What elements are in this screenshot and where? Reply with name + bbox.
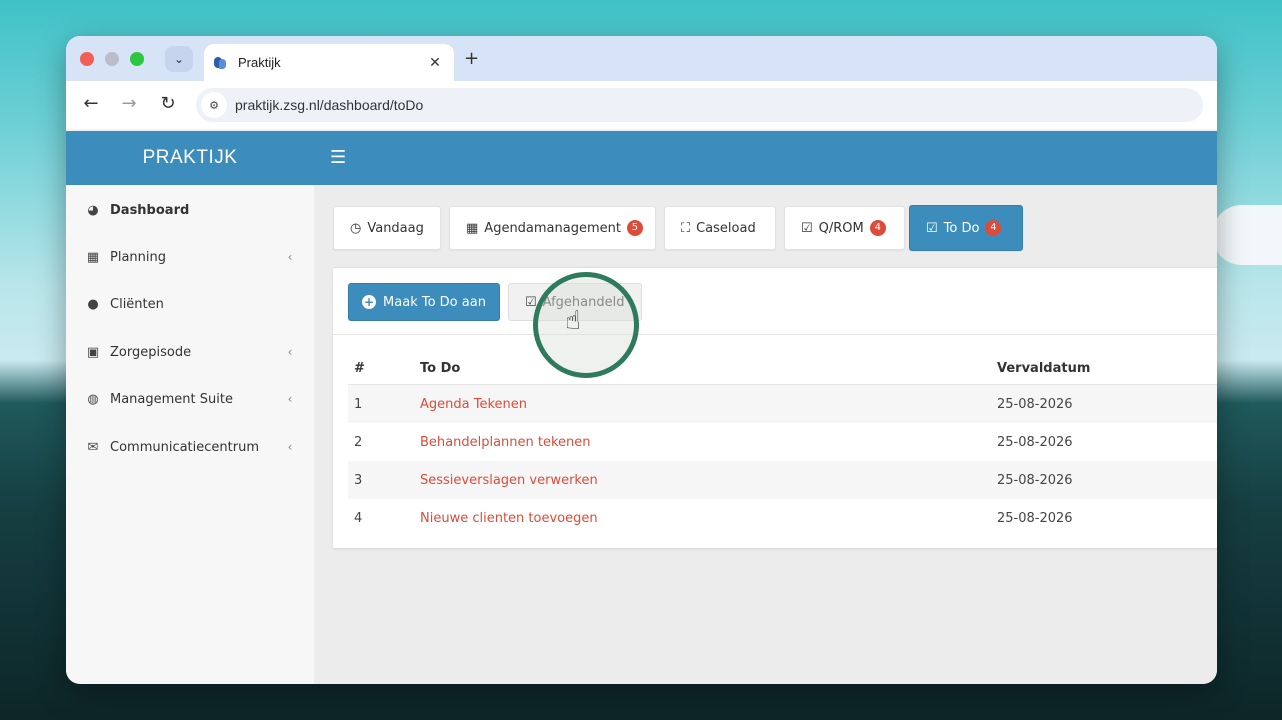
- column-header[interactable]: Vervaldatum: [996, 352, 1217, 385]
- browser-tab[interactable]: Praktijk ✕: [204, 44, 454, 81]
- sidebar-item-label: Dashboard: [110, 202, 190, 218]
- tab-label: Vandaag: [367, 220, 424, 236]
- app-logo[interactable]: PRAKTIJK: [66, 131, 314, 185]
- count-badge: 4: [869, 220, 886, 236]
- tab-qrom[interactable]: ☑ Q/ROM 4: [784, 206, 905, 250]
- close-window-button[interactable]: [80, 52, 94, 66]
- table-row: 2 Behandelplannen tekenen 25-08-2026: [348, 423, 1217, 461]
- tab-label: Q/ROM: [818, 220, 864, 236]
- medkit-icon: ▣: [86, 344, 100, 360]
- count-badge: 5: [626, 220, 643, 236]
- chevron-left-icon: ‹: [287, 250, 293, 264]
- todo-link[interactable]: Behandelplannen tekenen: [419, 423, 996, 461]
- browser-tabstrip: ⌄ Praktijk ✕ +: [66, 36, 1217, 81]
- hand-cursor-icon: ☝: [565, 306, 581, 336]
- main-content: ◷ Vandaag ▦ Agendamanagement 5 ⛶ Caseloa…: [314, 185, 1217, 684]
- due-date: 25-08-2026: [997, 510, 1073, 526]
- sidebar-item-label: Planning: [110, 249, 166, 265]
- address-bar[interactable]: ⚙ praktijk.zsg.nl/dashboard/toDo: [196, 88, 1203, 122]
- new-tab-button[interactable]: +: [464, 48, 479, 69]
- app-header: PRAKTIJK ☰: [66, 131, 1217, 185]
- due-date: 25-08-2026: [997, 434, 1073, 450]
- favicon-icon: [214, 56, 228, 70]
- todo-link[interactable]: Sessieverslagen verwerken: [419, 461, 996, 499]
- row-number: 2: [354, 434, 363, 450]
- tab-todo[interactable]: ☑ To Do 4: [909, 205, 1023, 251]
- globe-icon: ◍: [87, 391, 99, 407]
- check-square-icon: ☑: [801, 220, 813, 236]
- sidebar-item-label: Communicatiecentrum: [110, 439, 259, 455]
- sidebar-item-zorgepisode[interactable]: ▣ Zorgepisode ‹: [66, 329, 314, 375]
- sidebar-item-label: Zorgepisode: [110, 344, 192, 360]
- browser-toolbar: ← → ↻ ⚙ praktijk.zsg.nl/dashboard/toDo: [66, 81, 1217, 129]
- crop-icon: ⛶: [681, 220, 691, 236]
- tab-vandaag[interactable]: ◷ Vandaag: [333, 206, 441, 250]
- count-badge: 4: [985, 220, 1002, 236]
- chevron-down-icon: ⌄: [173, 52, 185, 66]
- column-header[interactable]: To Do: [419, 352, 996, 385]
- todo-panel: + Maak To Do aan ☑ Afgehandeld # To Do V…: [333, 267, 1217, 548]
- click-highlight-circle: ☝: [533, 272, 639, 378]
- dashboard-icon: ◕: [87, 202, 99, 218]
- sidebar-item-planning[interactable]: ▦ Planning ‹: [66, 234, 314, 280]
- table-row: 3 Sessieverslagen verwerken 25-08-2026: [348, 461, 1217, 499]
- tab-label: Caseload: [696, 220, 756, 236]
- create-todo-button[interactable]: + Maak To Do aan: [348, 283, 500, 321]
- reload-icon[interactable]: ↻: [156, 93, 180, 114]
- plus-circle-icon: +: [362, 295, 377, 309]
- sidebar-item-communicatiecentrum[interactable]: ✉ Communicatiecentrum ‹: [66, 424, 314, 470]
- table-header-row: # To Do Vervaldatum: [348, 352, 1217, 385]
- table-row: 1 Agenda Tekenen 25-08-2026: [348, 384, 1217, 423]
- maximize-window-button[interactable]: [130, 52, 144, 66]
- user-icon: ●: [87, 296, 99, 312]
- forward-arrow-icon[interactable]: →: [117, 93, 141, 114]
- due-date: 25-08-2026: [996, 384, 1217, 423]
- todo-link[interactable]: Agenda Tekenen: [419, 384, 996, 423]
- chevron-left-icon: ‹: [287, 440, 293, 454]
- divider: [333, 334, 1217, 335]
- table-row: 4 Nieuwe clienten toevoegen 25-08-2026: [348, 499, 1217, 537]
- tab-label: To Do: [943, 220, 980, 236]
- site-settings-icon[interactable]: ⚙: [201, 92, 227, 118]
- sidebar-item-label: Cliënten: [110, 296, 164, 312]
- minimize-window-button[interactable]: [105, 52, 119, 66]
- sidebar-item-dashboard[interactable]: ◕ Dashboard: [66, 187, 314, 233]
- envelope-icon: ✉: [87, 439, 99, 455]
- chevron-left-icon: ‹: [287, 392, 293, 406]
- tab-label: Agendamanagement: [484, 220, 621, 236]
- chevron-left-icon: ‹: [287, 345, 293, 359]
- url-text[interactable]: praktijk.zsg.nl/dashboard/toDo: [235, 97, 423, 113]
- row-number: 1: [348, 384, 419, 423]
- browser-window: ⌄ Praktijk ✕ + ← → ↻ ⚙ praktijk.zsg.nl/d…: [66, 36, 1217, 684]
- tab-agendamanagement[interactable]: ▦ Agendamanagement 5: [449, 206, 656, 250]
- column-header[interactable]: #: [348, 352, 419, 385]
- clock-icon: ◷: [350, 220, 362, 236]
- browser-tab-title: Praktijk: [238, 55, 281, 70]
- row-number: 4: [354, 510, 363, 526]
- tab-caseload[interactable]: ⛶ Caseload: [664, 206, 776, 250]
- todo-link[interactable]: Nieuwe clienten toevoegen: [419, 499, 996, 537]
- back-arrow-icon[interactable]: ←: [79, 93, 103, 114]
- due-date: 25-08-2026: [996, 461, 1217, 499]
- sidebar-item-management-suite[interactable]: ◍ Management Suite ‹: [66, 376, 314, 422]
- calendar-icon: ▦: [86, 249, 100, 265]
- row-number: 3: [348, 461, 419, 499]
- calendar-icon: ▦: [466, 220, 479, 236]
- hamburger-menu-icon[interactable]: ☰: [330, 147, 346, 168]
- todo-table: # To Do Vervaldatum 1 Agenda Tekenen 25-…: [348, 352, 1217, 537]
- background-cloud: [1212, 205, 1282, 265]
- tab-search-button[interactable]: ⌄: [165, 46, 193, 72]
- sidebar-item-clienten[interactable]: ● Cliënten: [66, 281, 314, 327]
- sidebar: ◕ Dashboard ▦ Planning ‹ ● Cliënten ▣ Zo…: [66, 185, 314, 684]
- close-tab-icon[interactable]: ✕: [424, 55, 446, 71]
- check-square-icon: ☑: [926, 220, 938, 236]
- sidebar-item-label: Management Suite: [110, 391, 233, 407]
- create-todo-label: Maak To Do aan: [383, 294, 486, 310]
